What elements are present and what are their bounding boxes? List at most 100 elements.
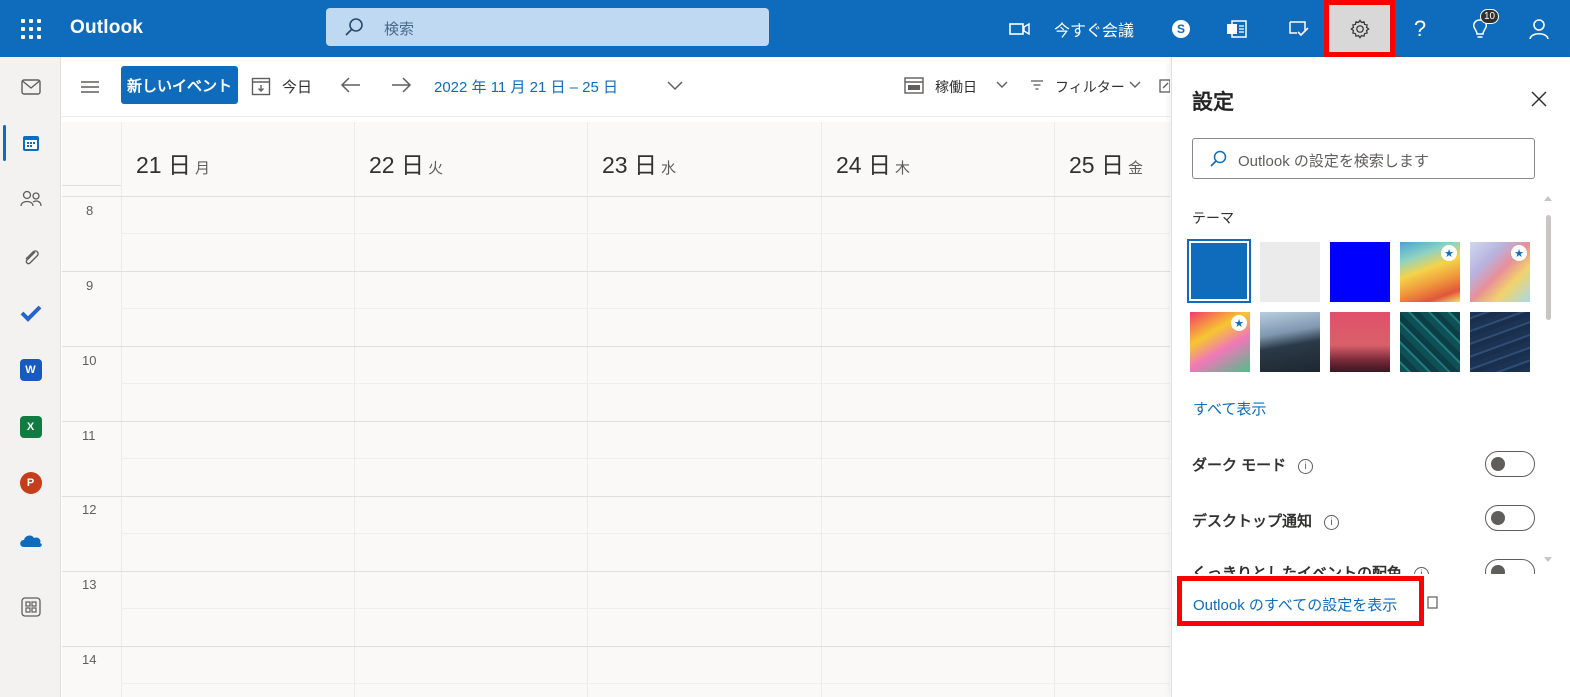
half-hour-gridline <box>121 458 1170 459</box>
external-link-icon <box>1427 596 1438 609</box>
previous-week-arrow-icon[interactable] <box>340 76 362 94</box>
hour-label: 10 <box>82 353 97 368</box>
bold-event-colors-label: くっきりとしたイベントの配色 <box>1192 565 1403 574</box>
word-icon[interactable]: W <box>0 350 61 390</box>
chevron-down-icon[interactable] <box>666 80 684 92</box>
theme-swatch-mountains[interactable] <box>1260 312 1320 372</box>
excel-icon[interactable]: X <box>0 407 61 447</box>
account-icon[interactable] <box>1524 0 1554 57</box>
hour-gridline <box>62 571 1170 572</box>
day-number: 25 日 <box>1069 152 1124 178</box>
settings-search-placeholder: Outlook の設定を検索します <box>1238 153 1429 170</box>
info-icon[interactable]: i <box>1298 459 1314 474</box>
day-header[interactable]: 21 日月 <box>121 122 354 192</box>
meet-now-button[interactable]: 今すぐ会議 <box>1054 0 1134 57</box>
app-title[interactable]: Outlook <box>70 17 143 39</box>
day-header[interactable]: 22 日火 <box>354 122 587 192</box>
theme-swatch-pastel-lines[interactable]: ★ <box>1470 242 1530 302</box>
day-weekday: 金 <box>1127 160 1143 177</box>
today-icon <box>251 77 271 96</box>
day-number: 21 日 <box>136 152 191 178</box>
hour-gridline <box>62 421 1170 422</box>
settings-title: 設定 <box>1192 91 1234 114</box>
day-weekday: 月 <box>194 160 210 177</box>
calendar-icon[interactable] <box>0 123 61 163</box>
day-column-divider <box>354 122 355 697</box>
bold-event-colors-toggle[interactable] <box>1485 559 1535 574</box>
calendar-grid[interactable] <box>62 122 1170 697</box>
skype-icon: S <box>1172 19 1190 38</box>
show-all-themes-link[interactable]: すべて表示 <box>1193 398 1266 419</box>
app-rail: W X P <box>0 57 61 697</box>
view-chevron-icon[interactable] <box>995 80 1009 90</box>
half-hour-gridline <box>121 308 1170 309</box>
day-header[interactable]: 24 日木 <box>821 122 1054 192</box>
dark-mode-toggle[interactable] <box>1485 451 1535 477</box>
search-icon <box>1210 150 1227 167</box>
theme-swatch-palm-sunset[interactable] <box>1330 312 1390 372</box>
theme-swatch-rainbow-waves[interactable]: ★ <box>1400 242 1460 302</box>
scroll-up-arrow-icon[interactable] <box>1543 195 1553 203</box>
new-event-button[interactable]: 新しいイベント <box>121 66 238 104</box>
day-column-divider <box>1054 122 1055 697</box>
share-icon[interactable] <box>1158 78 1170 94</box>
top-bar: Outlook 検索 今すぐ会議 S ? 10 <box>0 0 1570 57</box>
desktop-notification-toggle[interactable] <box>1485 505 1535 531</box>
info-icon[interactable]: i <box>1324 515 1340 530</box>
hamburger-menu-icon[interactable] <box>80 80 100 94</box>
next-week-arrow-icon[interactable] <box>390 76 412 94</box>
half-hour-gridline <box>121 233 1170 234</box>
view-selector[interactable]: 稼働日 <box>935 77 977 97</box>
theme-swatch-bright-blue[interactable] <box>1330 242 1390 302</box>
premium-star-icon: ★ <box>1511 245 1527 261</box>
date-range-label[interactable]: 2022 年 11 月 21 日 – 25 日 <box>434 76 618 97</box>
premium-star-icon: ★ <box>1231 315 1247 331</box>
dark-mode-label: ダーク モード <box>1192 457 1287 474</box>
day-header[interactable]: 23 日水 <box>587 122 821 192</box>
onedrive-icon[interactable] <box>0 520 61 560</box>
office-notes-icon[interactable] <box>1222 0 1252 57</box>
view-all-outlook-settings-link[interactable]: Outlook のすべての設定を表示 <box>1193 594 1397 615</box>
desktop-notification-label: デスクトップ通知 <box>1192 513 1313 530</box>
help-icon[interactable]: ? <box>1405 0 1435 57</box>
whats-new-icon[interactable] <box>1284 0 1314 57</box>
app-launcher-icon[interactable] <box>14 14 44 44</box>
more-apps-icon[interactable] <box>0 587 61 627</box>
mail-icon[interactable] <box>0 67 61 107</box>
people-icon[interactable] <box>0 179 61 219</box>
settings-button-highlight[interactable] <box>1324 0 1395 57</box>
theme-swatch-circuit[interactable] <box>1400 312 1460 372</box>
day-number: 23 日 <box>602 152 657 178</box>
day-header[interactable]: 25 日金 <box>1054 122 1170 192</box>
theme-swatch-colorful-art[interactable]: ★ <box>1190 312 1250 372</box>
theme-swatch-stamp[interactable] <box>1470 312 1530 372</box>
attachment-icon[interactable] <box>0 237 61 277</box>
settings-search-input[interactable]: Outlook の設定を検索します <box>1192 138 1535 179</box>
theme-swatch-blue[interactable] <box>1187 239 1251 303</box>
today-button[interactable]: 今日 <box>282 76 312 97</box>
half-hour-gridline <box>121 383 1170 384</box>
search-box[interactable]: 検索 <box>326 8 769 46</box>
desktop-notification-row: デスクトップ通知 i <box>1192 510 1340 531</box>
filter-chevron-icon[interactable] <box>1128 80 1142 90</box>
todo-icon[interactable] <box>0 293 61 333</box>
dark-mode-row: ダーク モード i <box>1192 454 1314 475</box>
hour-gridline <box>62 646 1170 647</box>
search-icon <box>345 18 363 36</box>
video-camera-icon[interactable] <box>1005 0 1035 57</box>
powerpoint-icon[interactable]: P <box>0 463 61 503</box>
settings-scrollbar[interactable] <box>1546 215 1551 320</box>
skype-button[interactable]: S <box>1168 0 1194 57</box>
close-icon[interactable] <box>1526 86 1552 112</box>
hour-label: 12 <box>82 502 97 517</box>
notification-badge: 10 <box>1480 9 1500 24</box>
tips-button[interactable]: 10 <box>1462 0 1500 57</box>
search-placeholder: 検索 <box>384 21 415 38</box>
day-column-divider <box>587 122 588 697</box>
info-icon[interactable]: i <box>1414 567 1430 574</box>
hour-gridline <box>62 271 1170 272</box>
theme-swatch-light-gray[interactable] <box>1260 242 1320 302</box>
clipped-row-container: くっきりとしたイベントの配色 i <box>1171 556 1546 574</box>
half-hour-gridline <box>121 608 1170 609</box>
filter-button[interactable]: フィルター <box>1055 77 1125 97</box>
